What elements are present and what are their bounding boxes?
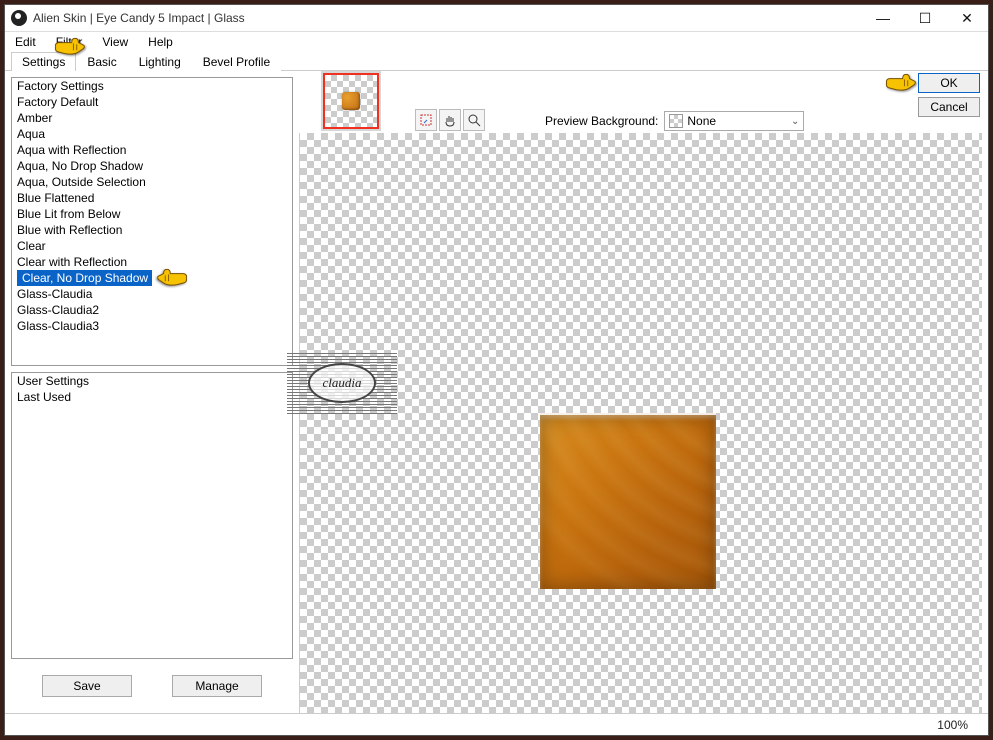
factory-settings-header: Factory Settings (12, 78, 292, 94)
list-item[interactable]: Glass-Claudia2 (12, 302, 292, 318)
menubar: Edit Filter View Help (5, 32, 988, 52)
list-item[interactable]: Last Used (12, 389, 292, 405)
status-bar: 100% (5, 713, 988, 735)
save-button[interactable]: Save (42, 675, 132, 697)
ok-button[interactable]: OK (918, 73, 980, 93)
cancel-button[interactable]: Cancel (918, 97, 980, 117)
window-maximize-button[interactable]: ☐ (904, 5, 946, 32)
factory-settings-listbox[interactable]: Factory SettingsFactory DefaultAmberAqua… (11, 77, 293, 366)
user-settings-listbox[interactable]: User SettingsLast Used (11, 372, 293, 659)
app-window: Alien Skin | Eye Candy 5 Impact | Glass … (4, 4, 989, 736)
window-close-button[interactable]: ✕ (946, 5, 988, 32)
list-item[interactable]: Clear (12, 238, 292, 254)
pointer-icon (884, 71, 918, 93)
top-strip: Preview Background: None ⌄ (299, 71, 988, 133)
pointer-icon (53, 35, 87, 57)
window-title: Alien Skin | Eye Candy 5 Impact | Glass (33, 11, 862, 25)
preview-bg-swatch (669, 114, 683, 128)
preview-object (540, 413, 716, 589)
list-item[interactable]: Aqua with Reflection (12, 142, 292, 158)
toolbar (415, 109, 485, 131)
list-item[interactable]: Aqua (12, 126, 292, 142)
zoom-level: 100% (937, 718, 968, 732)
preview-background-label: Preview Background: (545, 114, 658, 128)
preview-area[interactable] (299, 133, 982, 713)
sidebar-button-row: Save Manage (11, 665, 293, 707)
sidebar: Factory SettingsFactory DefaultAmberAqua… (5, 71, 299, 713)
menu-help[interactable]: Help (138, 33, 183, 51)
zoom-tool-icon[interactable] (463, 109, 485, 131)
tabbar: Settings Basic Lighting Bevel Profile (5, 52, 988, 71)
list-item[interactable]: Aqua, No Drop Shadow (12, 158, 292, 174)
dialog-buttons: OK Cancel (918, 71, 980, 117)
menu-view[interactable]: View (92, 33, 138, 51)
list-item[interactable]: Glass-Claudia3 (12, 318, 292, 334)
preview-bg-value: None (687, 114, 716, 128)
list-item[interactable]: Blue Lit from Below (12, 206, 292, 222)
main: claudia Factory SettingsFactory DefaultA… (5, 71, 988, 713)
titlebar: Alien Skin | Eye Candy 5 Impact | Glass … (5, 5, 988, 32)
pointer-icon (152, 266, 186, 288)
right-pane: Preview Background: None ⌄ (299, 71, 988, 713)
list-item[interactable]: Clear, No Drop Shadow (17, 270, 152, 286)
list-item[interactable]: Blue with Reflection (12, 222, 292, 238)
hand-tool-icon[interactable] (439, 109, 461, 131)
chevron-down-icon: ⌄ (791, 116, 799, 127)
thumbnail-selected[interactable] (323, 73, 379, 129)
thumbnail-preview (342, 92, 360, 110)
manage-button[interactable]: Manage (172, 675, 262, 697)
user-settings-header: User Settings (12, 373, 292, 389)
window-minimize-button[interactable]: — (862, 5, 904, 32)
tab-lighting[interactable]: Lighting (128, 52, 192, 71)
app-icon (11, 10, 27, 26)
tab-bevel-profile[interactable]: Bevel Profile (192, 52, 281, 71)
list-item[interactable]: Glass-Claudia (12, 286, 292, 302)
thumbnail-strip (321, 71, 381, 131)
selection-tool-icon[interactable] (415, 109, 437, 131)
list-item[interactable]: Aqua, Outside Selection (12, 174, 292, 190)
preview-background-control: Preview Background: None ⌄ (545, 111, 804, 131)
list-item[interactable]: Factory Default (12, 94, 292, 110)
list-item[interactable]: Blue Flattened (12, 190, 292, 206)
preview-background-select[interactable]: None ⌄ (664, 111, 804, 131)
list-item[interactable]: Amber (12, 110, 292, 126)
menu-edit[interactable]: Edit (9, 33, 46, 51)
